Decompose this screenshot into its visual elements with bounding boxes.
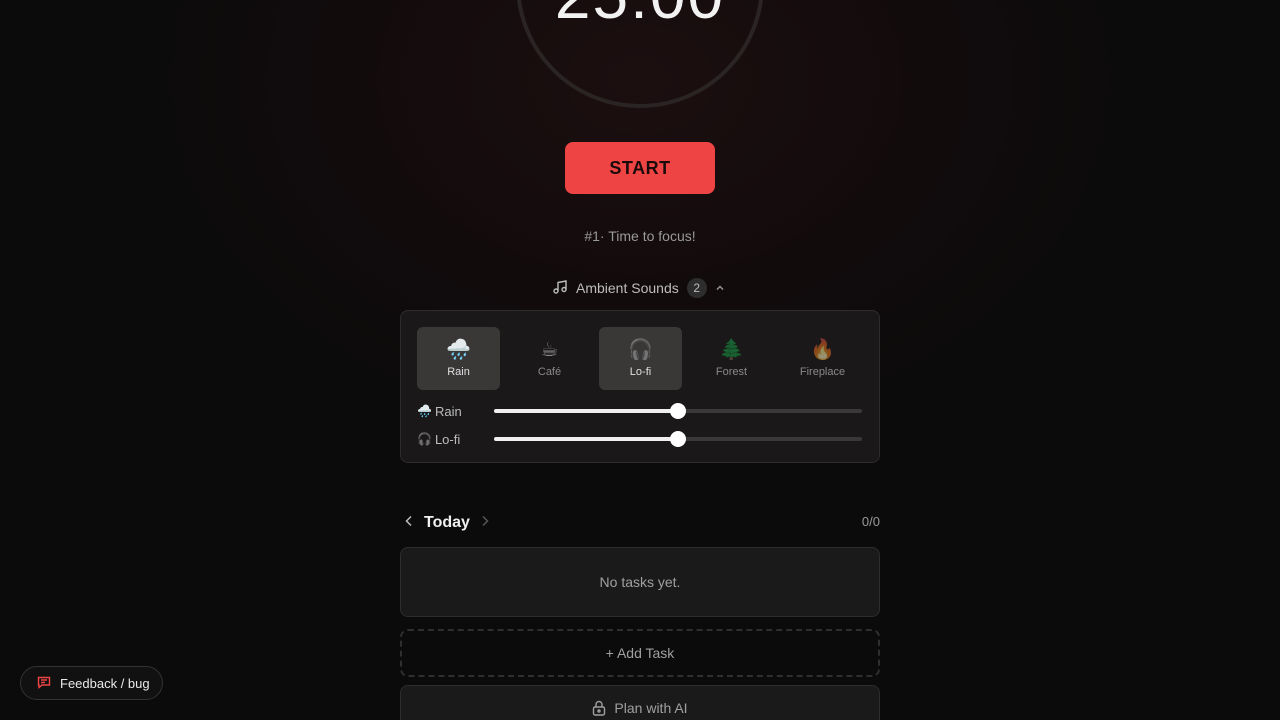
sound-tile-fireplace[interactable]: 🔥 Fireplace bbox=[781, 327, 864, 390]
plan-with-ai-button[interactable]: Plan with AI bbox=[400, 685, 880, 720]
sound-tile-lofi[interactable]: 🎧 Lo-fi bbox=[599, 327, 682, 390]
tree-icon: 🌲 bbox=[719, 338, 744, 361]
volume-label: 🎧 Lo-fi bbox=[417, 432, 494, 447]
chevron-up-icon bbox=[715, 280, 725, 296]
add-task-label: + Add Task bbox=[605, 645, 675, 661]
sound-tile-label: Café bbox=[537, 365, 562, 378]
volume-label-text: Lo-fi bbox=[434, 431, 461, 447]
sound-tile-caf[interactable]: ☕ Café bbox=[508, 327, 591, 390]
add-task-button[interactable]: + Add Task bbox=[400, 629, 880, 677]
sound-tile-forest[interactable]: 🌲 Forest bbox=[690, 327, 773, 390]
sound-emoji-icon: 🎧 bbox=[417, 432, 432, 446]
sound-tile-rain[interactable]: 🌧️ Rain bbox=[417, 327, 500, 390]
sound-emoji-icon: 🌧️ bbox=[417, 404, 432, 418]
sound-tile-label: Lo-fi bbox=[629, 365, 652, 378]
task-count: 0/0 bbox=[861, 514, 880, 529]
volume-row-lofi: 🎧 Lo-fi bbox=[417, 431, 863, 447]
music-note-icon bbox=[552, 279, 568, 298]
chevron-left-icon[interactable] bbox=[404, 514, 414, 532]
volume-label: 🌧️ Rain bbox=[417, 404, 494, 419]
sound-tile-label: Forest bbox=[715, 365, 748, 378]
feedback-button[interactable]: Feedback / bug bbox=[20, 666, 163, 700]
coffee-cup-icon: ☕ bbox=[540, 338, 559, 361]
headphones-icon: 🎧 bbox=[628, 338, 653, 361]
ambient-sounds-title: Ambient Sounds bbox=[576, 280, 679, 296]
day-label: Today bbox=[424, 514, 470, 531]
plan-with-ai-label: Plan with AI bbox=[614, 700, 688, 716]
empty-tasks-text: No tasks yet. bbox=[599, 574, 681, 590]
sound-tile-label: Rain bbox=[447, 365, 470, 378]
volume-slider[interactable] bbox=[494, 403, 862, 419]
message-square-icon bbox=[37, 675, 51, 692]
start-button[interactable]: START bbox=[565, 142, 715, 194]
volume-thumb[interactable] bbox=[670, 403, 686, 419]
session-label: #1· Time to focus! bbox=[584, 228, 696, 244]
chevron-right-icon[interactable] bbox=[480, 514, 490, 532]
ambient-sounds-toggle[interactable]: Ambient Sounds 2 bbox=[552, 278, 725, 298]
sound-tiles: 🌧️ Rain ☕ Café 🎧 Lo-fi 🌲 Forest 🔥 Fireplace bbox=[417, 327, 864, 390]
fire-icon: 🔥 bbox=[810, 338, 835, 361]
ambient-count-badge: 2 bbox=[686, 278, 707, 298]
timer-display: 25:00 bbox=[540, 0, 740, 28]
ambient-sounds-panel: 🌧️ Rain ☕ Café 🎧 Lo-fi 🌲 Forest 🔥 Fireplace 🌧️ Rai… bbox=[400, 310, 880, 463]
volume-fill bbox=[494, 409, 678, 413]
feedback-label: Feedback / bug bbox=[60, 675, 150, 691]
volume-row-rain: 🌧️ Rain bbox=[417, 403, 863, 419]
volume-slider[interactable] bbox=[494, 431, 862, 447]
volume-thumb[interactable] bbox=[670, 431, 686, 447]
lock-icon bbox=[592, 700, 606, 719]
day-navigation: Today bbox=[404, 512, 490, 534]
volume-fill bbox=[494, 437, 678, 441]
rain-cloud-icon: 🌧️ bbox=[446, 338, 471, 361]
volume-label-text: Rain bbox=[434, 403, 462, 419]
task-list-empty: No tasks yet. bbox=[400, 547, 880, 617]
sound-tile-label: Fireplace bbox=[799, 365, 846, 378]
